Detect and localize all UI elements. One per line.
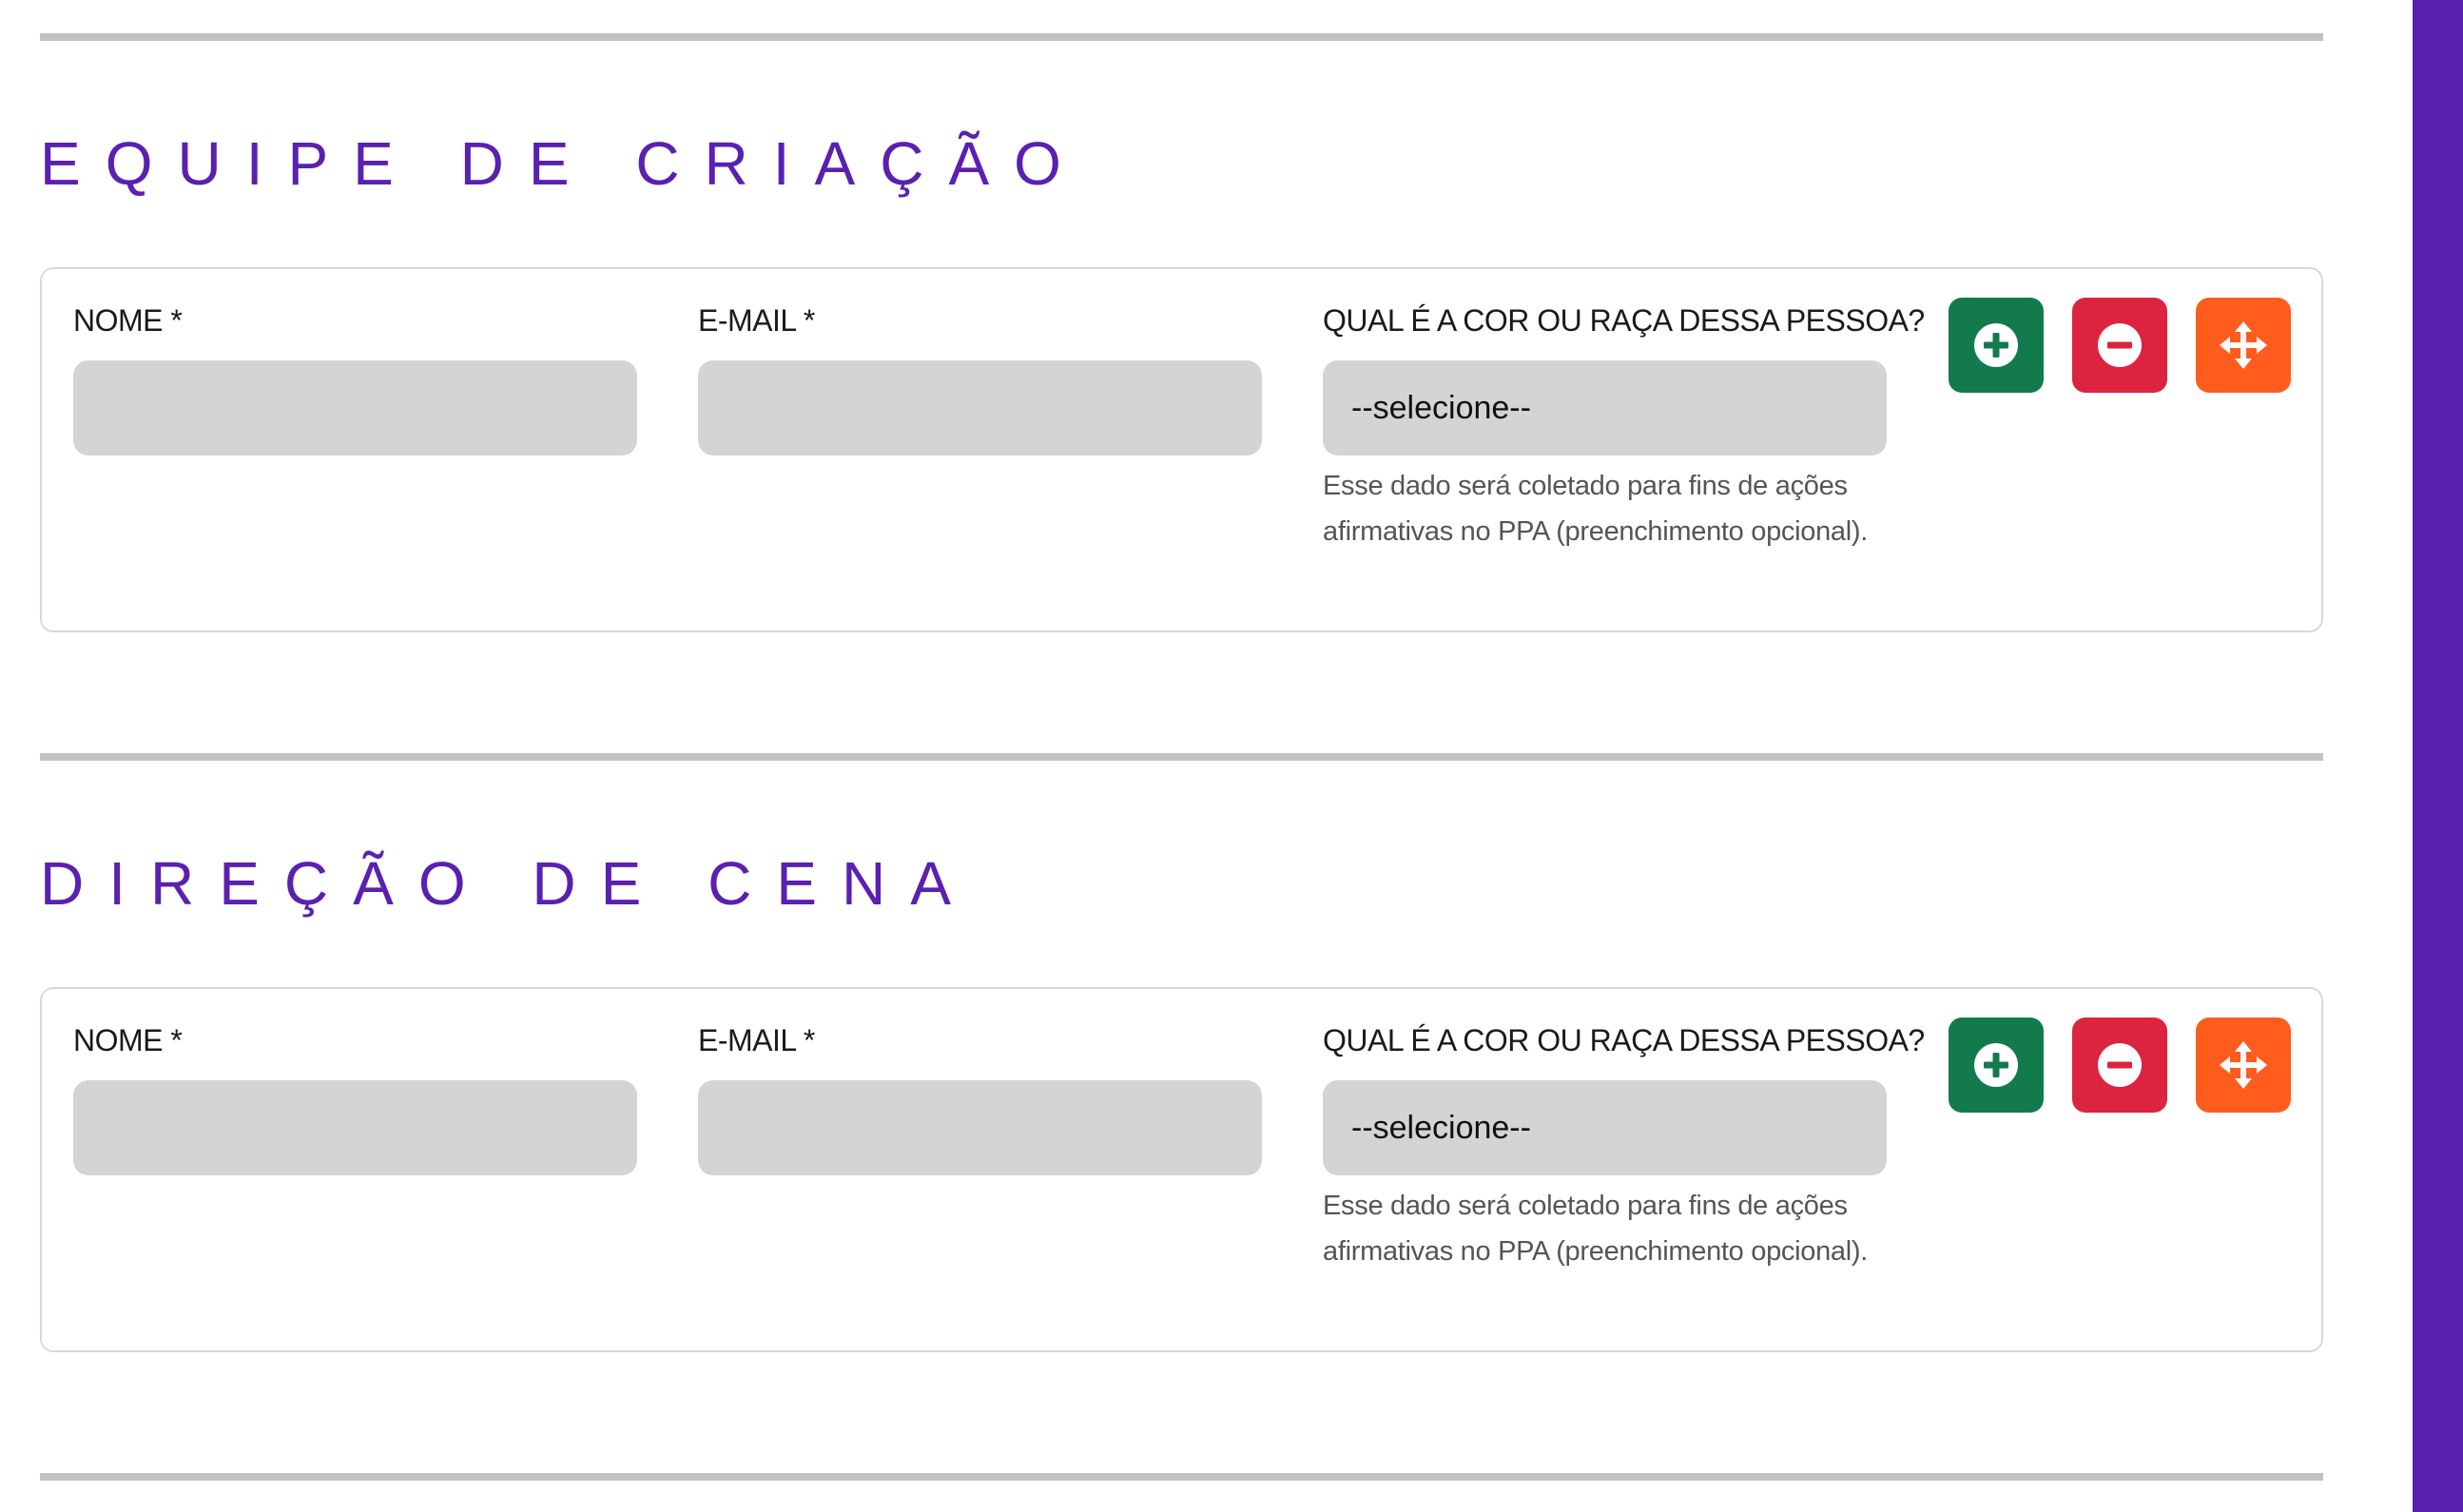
section-divider [40,33,2323,41]
race-select-value: --selecione-- [1351,1110,1531,1146]
race-help-line: afirmativas no PPA (preenchimento opcion… [1323,516,1869,547]
team-member-row: NOME * E-MAIL * QUAL É A COR OU RAÇA DES… [40,987,2323,1352]
remove-row-button[interactable] [2072,298,2167,393]
arrows-move-icon [2220,321,2267,369]
race-help-line: afirmativas no PPA (preenchimento opcion… [1323,1236,1869,1267]
minus-circle-icon [2098,323,2142,367]
add-row-button[interactable] [1949,298,2044,393]
team-member-row: NOME * E-MAIL * QUAL É A COR OU RAÇA DES… [40,267,2323,632]
race-help-line: Esse dado será coletado para fins de açõ… [1323,1191,1848,1221]
section-divider [40,1473,2323,1481]
name-label: NOME * [73,1023,183,1057]
email-input[interactable] [698,1080,1262,1175]
add-row-button[interactable] [1949,1018,2044,1113]
race-label: QUAL É A COR OU RAÇA DESSA PESSOA? [1323,303,1925,338]
plus-circle-icon [1974,323,2018,367]
race-help-line: Esse dado será coletado para fins de açõ… [1323,471,1848,501]
plus-circle-icon [1974,1043,2018,1087]
move-row-button[interactable] [2196,298,2291,393]
race-label: QUAL É A COR OU RAÇA DESSA PESSOA? [1323,1023,1925,1057]
race-help-text: Esse dado será coletado para fins de açõ… [1323,463,1893,554]
name-label: NOME * [73,303,183,338]
section-title-direcao-de-cena: DIREÇÃO DE CENA [40,849,976,918]
name-input[interactable] [73,360,637,456]
race-select[interactable]: --selecione-- [1323,360,1887,456]
race-help-text: Esse dado será coletado para fins de açõ… [1323,1183,1893,1274]
sidebar-strip [2413,0,2463,1512]
minus-circle-icon [2098,1043,2142,1087]
arrows-move-icon [2220,1041,2267,1089]
remove-row-button[interactable] [2072,1018,2167,1113]
race-select[interactable]: --selecione-- [1323,1080,1887,1175]
race-select-value: --selecione-- [1351,390,1531,426]
email-label: E-MAIL * [698,1023,815,1057]
name-input[interactable] [73,1080,637,1175]
email-label: E-MAIL * [698,303,815,338]
form-main: EQUIPE DE CRIAÇÃO NOME * E-MAIL * QUAL É… [40,0,2323,1512]
section-title-equipe-de-criacao: EQUIPE DE CRIAÇÃO [40,129,1086,198]
email-input[interactable] [698,360,1262,456]
move-row-button[interactable] [2196,1018,2291,1113]
section-divider [40,753,2323,761]
